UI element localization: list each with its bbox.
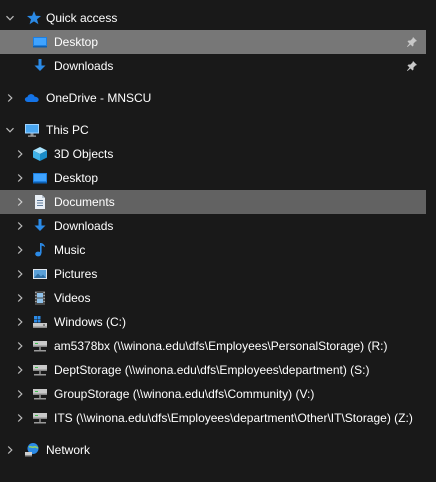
pin-icon[interactable] bbox=[404, 34, 420, 50]
star-icon bbox=[26, 10, 42, 26]
tree-item-label: This PC bbox=[46, 123, 89, 137]
cube-icon bbox=[32, 146, 48, 162]
tree-item-3d-objects[interactable]: 3D Objects bbox=[0, 142, 426, 166]
chevron-down-icon[interactable] bbox=[3, 118, 17, 142]
document-icon bbox=[32, 194, 48, 210]
tree-item-label: Pictures bbox=[54, 267, 98, 281]
tree-item-label: DeptStorage (\\winona.edu\dfs\Employees\… bbox=[54, 363, 370, 377]
download-arrow-icon bbox=[32, 218, 48, 234]
tree-item-quick-access[interactable]: Quick access bbox=[0, 6, 426, 30]
tree-item-this-pc[interactable]: This PC bbox=[0, 118, 426, 142]
tree-item-label: OneDrive - MNSCU bbox=[46, 91, 152, 105]
cloud-icon bbox=[24, 90, 40, 106]
navigation-pane: Quick access Desktop Downloads OneDrive … bbox=[0, 0, 436, 482]
desktop-icon bbox=[32, 34, 48, 50]
tree-item-label: Network bbox=[46, 443, 91, 457]
film-icon bbox=[32, 290, 48, 306]
tree-item-videos[interactable]: Videos bbox=[0, 286, 426, 310]
tree-item-network-drive-v[interactable]: GroupStorage (\\winona.edu\dfs\Community… bbox=[0, 382, 426, 406]
tree-item-label: Desktop bbox=[54, 35, 99, 49]
tree-item-label: ITS (\\winona.edu\dfs\Employees\departme… bbox=[54, 411, 413, 425]
tree-item-pictures[interactable]: Pictures bbox=[0, 262, 426, 286]
network-drive-icon bbox=[32, 410, 48, 426]
hard-drive-icon bbox=[32, 314, 48, 330]
tree-item-label: Downloads bbox=[54, 59, 114, 73]
chevron-right-icon[interactable] bbox=[13, 382, 27, 406]
monitor-icon bbox=[24, 122, 40, 138]
tree-item-label: Documents bbox=[54, 195, 115, 209]
chevron-right-icon[interactable] bbox=[13, 262, 27, 286]
chevron-right-icon[interactable] bbox=[13, 310, 27, 334]
tree-item-label: GroupStorage (\\winona.edu\dfs\Community… bbox=[54, 387, 315, 401]
chevron-right-icon[interactable] bbox=[13, 166, 27, 190]
tree-item-documents[interactable]: Documents bbox=[0, 190, 426, 214]
tree-item-downloads[interactable]: Downloads bbox=[0, 214, 426, 238]
tree-item-label: Desktop bbox=[54, 171, 99, 185]
chevron-right-icon[interactable] bbox=[13, 334, 27, 358]
chevron-right-icon[interactable] bbox=[13, 406, 27, 430]
chevron-right-icon[interactable] bbox=[13, 142, 27, 166]
network-drive-icon bbox=[32, 338, 48, 354]
download-arrow-icon bbox=[32, 58, 48, 74]
tree-item-network-drive-r[interactable]: am5378bx (\\winona.edu\dfs\Employees\Per… bbox=[0, 334, 426, 358]
pin-icon[interactable] bbox=[404, 58, 420, 74]
chevron-right-icon[interactable] bbox=[13, 214, 27, 238]
tree-item-label: 3D Objects bbox=[54, 147, 114, 161]
network-drive-icon bbox=[32, 362, 48, 378]
desktop-icon bbox=[32, 170, 48, 186]
tree-item-network[interactable]: Network bbox=[0, 438, 426, 462]
tree-item-network-drive-z[interactable]: ITS (\\winona.edu\dfs\Employees\departme… bbox=[0, 406, 426, 430]
tree-item-desktop[interactable]: Desktop bbox=[0, 166, 426, 190]
network-globe-icon bbox=[24, 442, 40, 458]
picture-icon bbox=[32, 266, 48, 282]
tree-item-quick-access-downloads[interactable]: Downloads bbox=[0, 54, 426, 78]
tree-item-quick-access-desktop[interactable]: Desktop bbox=[0, 30, 426, 54]
network-drive-icon bbox=[32, 386, 48, 402]
chevron-right-icon[interactable] bbox=[3, 86, 17, 110]
tree-item-music[interactable]: Music bbox=[0, 238, 426, 262]
tree-item-windows-drive[interactable]: Windows (C:) bbox=[0, 310, 426, 334]
tree-item-label: Quick access bbox=[46, 11, 118, 25]
chevron-right-icon[interactable] bbox=[13, 190, 27, 214]
tree-item-label: Windows (C:) bbox=[54, 315, 127, 329]
chevron-down-icon[interactable] bbox=[3, 6, 17, 30]
tree-item-label: Music bbox=[54, 243, 86, 257]
chevron-right-icon[interactable] bbox=[13, 358, 27, 382]
chevron-right-icon[interactable] bbox=[13, 286, 27, 310]
tree-item-network-drive-s[interactable]: DeptStorage (\\winona.edu\dfs\Employees\… bbox=[0, 358, 426, 382]
tree-item-label: Downloads bbox=[54, 219, 114, 233]
chevron-right-icon[interactable] bbox=[3, 438, 17, 462]
scrollbar[interactable] bbox=[428, 0, 436, 482]
tree-item-onedrive[interactable]: OneDrive - MNSCU bbox=[0, 86, 426, 110]
music-note-icon bbox=[32, 242, 48, 258]
tree-item-label: am5378bx (\\winona.edu\dfs\Employees\Per… bbox=[54, 339, 388, 353]
chevron-right-icon[interactable] bbox=[13, 238, 27, 262]
tree-item-label: Videos bbox=[54, 291, 91, 305]
